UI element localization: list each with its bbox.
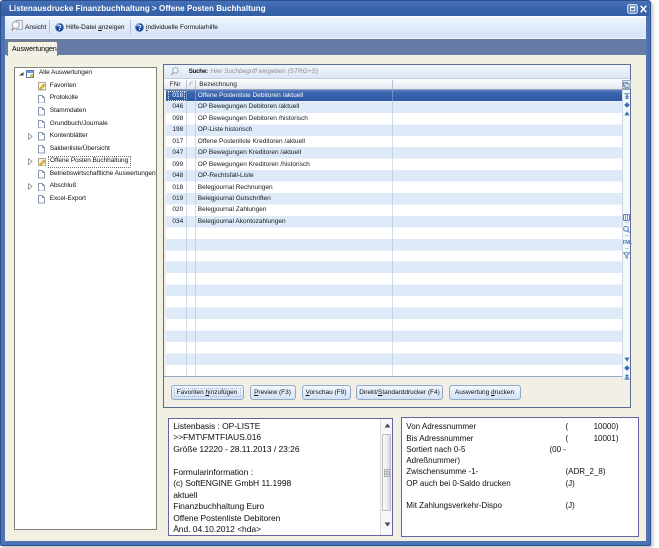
svg-text:?: ?	[58, 25, 62, 32]
svg-text:?: ?	[138, 25, 142, 32]
